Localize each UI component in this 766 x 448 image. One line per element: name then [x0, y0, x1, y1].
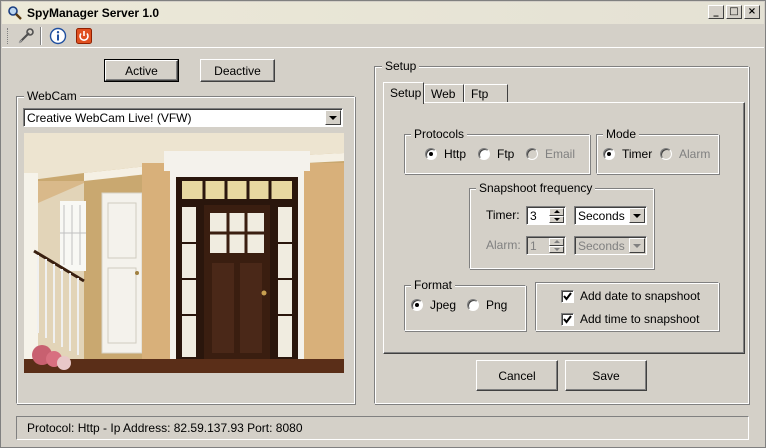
mode-timer-label: Timer — [622, 147, 653, 161]
protocol-ftp-radio[interactable]: Ftp — [478, 147, 514, 161]
status-text: Protocol: Http - Ip Address: 82.59.137.9… — [27, 421, 303, 435]
maximize-button[interactable]: □ — [726, 5, 742, 19]
cancel-button[interactable]: Cancel — [476, 360, 558, 391]
window-title: SpyManager Server 1.0 — [27, 6, 160, 20]
webcam-device-select[interactable]: Creative WebCam Live! (VFW) — [23, 108, 343, 127]
timer-label: Timer: — [486, 208, 520, 222]
alarm-unit-value: Seconds — [578, 238, 625, 253]
timer-value: 3 — [530, 208, 537, 223]
close-button[interactable]: × — [744, 5, 760, 19]
stepper-up-icon[interactable] — [549, 238, 564, 246]
protocol-http-radio[interactable]: Http — [425, 147, 466, 161]
timer-unit-value: Seconds — [578, 208, 625, 223]
protocol-http-label: Http — [444, 147, 467, 161]
toolbar — [2, 24, 764, 48]
deactive-button[interactable]: Deactive — [200, 59, 275, 82]
checkbox-checked-icon — [561, 312, 574, 326]
toolbar-grip[interactable] — [7, 27, 10, 44]
webcam-group-label: WebCam — [24, 89, 80, 103]
format-png-label: Png — [486, 298, 508, 312]
alarm-label: Alarm: — [486, 238, 521, 252]
stepper-up-icon[interactable] — [549, 208, 564, 216]
webcam-preview — [24, 133, 344, 373]
power-icon[interactable] — [74, 26, 94, 46]
radio-icon — [478, 148, 490, 160]
format-jpeg-label: Jpeg — [430, 298, 457, 312]
snapshot-frequency-group: Snapshoot frequency — [469, 181, 654, 269]
radio-icon — [425, 148, 437, 160]
active-button[interactable]: Active — [104, 59, 179, 82]
alarm-value: 1 — [530, 238, 537, 253]
radio-icon — [467, 299, 479, 311]
stepper-down-icon[interactable] — [549, 215, 564, 223]
add-time-checkbox[interactable]: Add time to snapshoot — [561, 312, 699, 326]
status-bar: Protocol: Http - Ip Address: 82.59.137.9… — [16, 416, 749, 440]
protocol-ftp-label: Ftp — [497, 147, 515, 161]
format-png-radio[interactable]: Png — [467, 298, 507, 312]
minimize-button[interactable]: _ — [708, 5, 724, 19]
stepper-down-icon[interactable] — [549, 245, 564, 253]
timer-unit-select[interactable]: Seconds — [574, 206, 647, 225]
radio-icon — [660, 148, 672, 160]
format-label: Format — [411, 278, 456, 292]
alarm-value-stepper[interactable]: 1 — [526, 236, 566, 255]
mode-alarm-label: Alarm — [679, 147, 711, 161]
protocol-email-radio[interactable]: Email — [526, 147, 575, 161]
info-icon[interactable] — [48, 26, 68, 46]
mode-timer-radio[interactable]: Timer — [603, 147, 652, 161]
radio-icon — [603, 148, 615, 160]
add-time-label: Add time to snapshoot — [580, 312, 700, 326]
protocols-label: Protocols — [411, 127, 468, 141]
tab-web[interactable]: Web — [424, 84, 464, 103]
chevron-down-icon[interactable] — [629, 208, 645, 223]
webcam-device-value: Creative WebCam Live! (VFW) — [27, 110, 192, 125]
tab-setup[interactable]: Setup — [383, 82, 424, 104]
chevron-down-icon[interactable] — [325, 110, 341, 125]
save-button[interactable]: Save — [565, 360, 647, 391]
setup-group-label: Setup — [382, 59, 420, 73]
alarm-unit-select[interactable]: Seconds — [574, 236, 647, 255]
radio-icon — [411, 299, 423, 311]
radio-icon — [526, 148, 538, 160]
mode-label: Mode — [603, 127, 640, 141]
protocol-email-label: Email — [545, 147, 576, 161]
magnifier-icon — [7, 5, 23, 21]
mode-alarm-radio[interactable]: Alarm — [660, 147, 710, 161]
tab-ftp[interactable]: Ftp — [464, 84, 508, 103]
toolbar-separator — [40, 26, 42, 45]
chevron-down-icon[interactable] — [629, 238, 645, 253]
title-bar[interactable]: SpyManager Server 1.0 _ □ × — [2, 2, 764, 24]
snapshot-frequency-label: Snapshoot frequency — [476, 181, 596, 195]
timer-value-stepper[interactable]: 3 — [526, 206, 566, 225]
checkbox-checked-icon — [561, 289, 574, 303]
format-jpeg-radio[interactable]: Jpeg — [411, 298, 456, 312]
add-date-checkbox[interactable]: Add date to snapshoot — [561, 289, 700, 303]
add-date-label: Add date to snapshoot — [580, 289, 701, 303]
app-window: SpyManager Server 1.0 _ □ × Active Deact… — [0, 0, 766, 448]
wrench-icon[interactable] — [16, 26, 36, 46]
